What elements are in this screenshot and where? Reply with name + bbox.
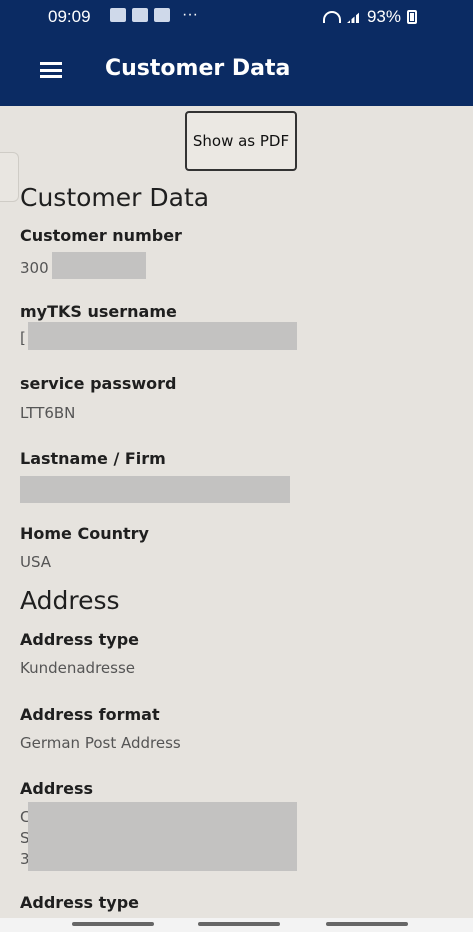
address-format-value: German Post Address bbox=[20, 734, 181, 752]
battery-icon bbox=[407, 10, 417, 24]
system-status: 93% bbox=[322, 7, 417, 27]
service-password-label: service password bbox=[20, 374, 177, 393]
page-title: Customer Data bbox=[105, 56, 291, 81]
customer-number-label: Customer number bbox=[20, 226, 182, 245]
customer-number-value: 300 bbox=[20, 259, 49, 277]
redacted-block bbox=[28, 802, 297, 871]
bottom-navigation-bar bbox=[0, 918, 473, 932]
status-time: 09:09 bbox=[48, 7, 91, 26]
nav-home-handle[interactable] bbox=[198, 922, 280, 926]
redacted-block bbox=[52, 252, 146, 279]
address-label: Address bbox=[20, 779, 94, 798]
menu-icon[interactable] bbox=[40, 62, 62, 78]
notification-icons: ··· bbox=[110, 6, 198, 24]
address-type-label: Address type bbox=[20, 630, 140, 649]
mytks-username-label: myTKS username bbox=[20, 302, 177, 321]
gallery-icon bbox=[110, 8, 126, 22]
address-type-value: Kundenadresse bbox=[20, 659, 135, 677]
wifi-icon bbox=[322, 11, 341, 23]
lastname-label: Lastname / Firm bbox=[20, 449, 166, 468]
section-title-customer-data: Customer Data bbox=[20, 183, 210, 212]
nav-recent-handle[interactable] bbox=[72, 922, 154, 926]
signal-icon bbox=[346, 11, 361, 23]
status-bar: 09:09 ··· 93% bbox=[0, 0, 473, 36]
redacted-block bbox=[20, 476, 290, 503]
home-country-value: USA bbox=[20, 553, 52, 571]
app-bar: Customer Data bbox=[0, 36, 473, 106]
address-type-label-2: Address type bbox=[20, 893, 140, 912]
service-password-value: LTT6BN bbox=[20, 404, 76, 422]
address-format-label: Address format bbox=[20, 705, 160, 724]
nav-back-handle[interactable] bbox=[326, 922, 408, 926]
app-notification-icon bbox=[132, 8, 148, 22]
redacted-block bbox=[28, 322, 297, 350]
home-country-label: Home Country bbox=[20, 524, 149, 543]
drawer-handle[interactable] bbox=[0, 152, 19, 202]
wifi-notification-icon bbox=[154, 8, 170, 22]
show-pdf-button[interactable]: Show as PDF bbox=[185, 111, 297, 171]
battery-percent: 93% bbox=[366, 7, 401, 26]
more-notifications-icon: ··· bbox=[182, 6, 198, 23]
mytks-username-value: [ bbox=[20, 329, 26, 347]
section-title-address: Address bbox=[20, 586, 120, 615]
